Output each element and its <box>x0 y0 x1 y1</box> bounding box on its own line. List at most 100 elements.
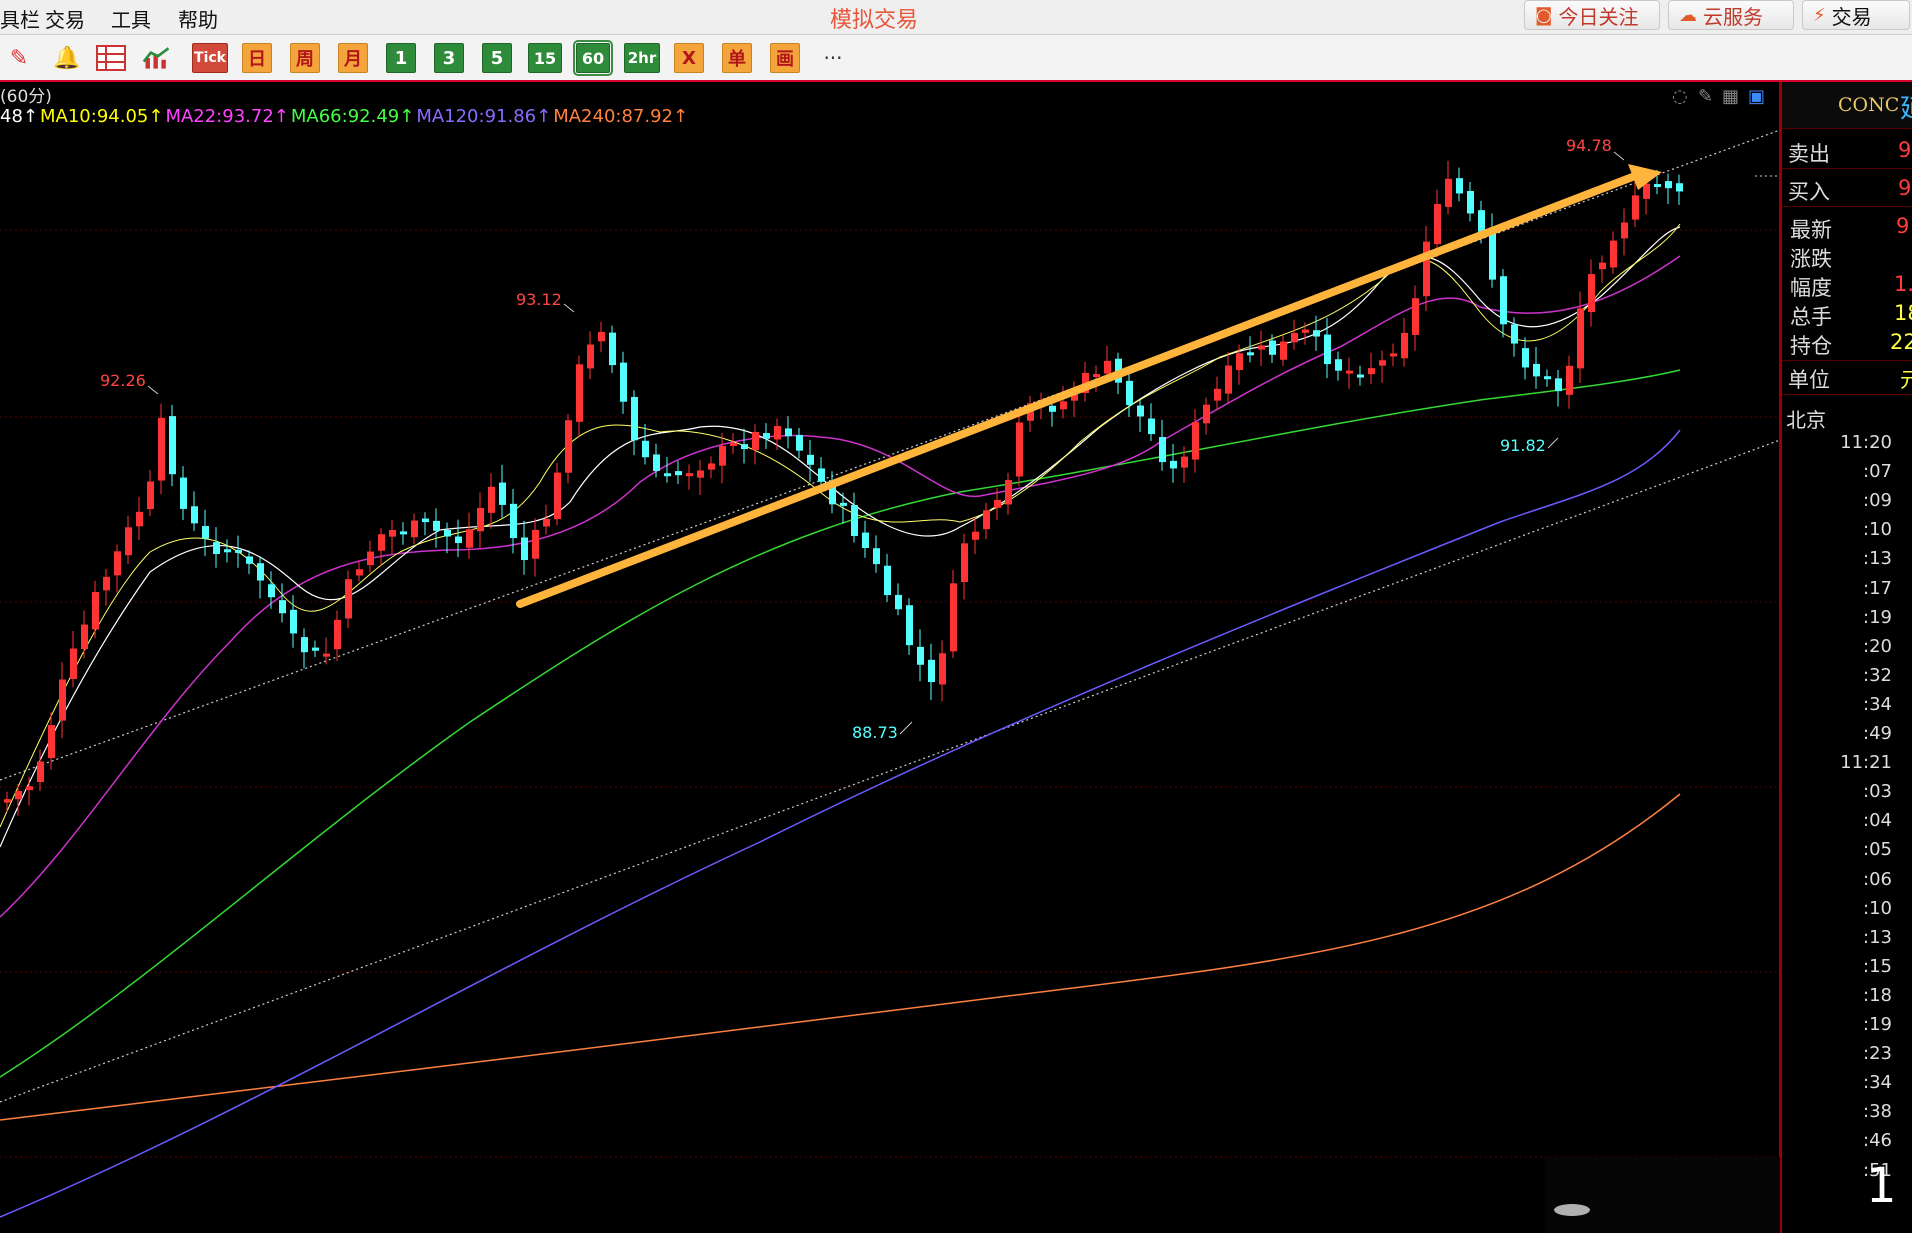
candles-group <box>4 160 1683 816</box>
quote-change: 涨跌 <box>1790 243 1912 273</box>
quote-last: 最新 9 <box>1790 214 1912 244</box>
pencil-icon[interactable]: ✎ <box>4 43 34 73</box>
candle-body <box>37 761 44 783</box>
candle-body <box>1533 363 1540 377</box>
candle-body <box>1467 190 1474 214</box>
trade-button-label: 交易 <box>1831 4 1872 29</box>
candle-body <box>125 527 132 556</box>
single-button[interactable]: 单 <box>722 43 752 73</box>
bell-icon[interactable]: 🔔 <box>52 43 82 73</box>
menu-trade[interactable]: 交易 <box>45 4 85 33</box>
ma22-line <box>0 255 1681 918</box>
candle-body <box>741 444 748 450</box>
candle-body <box>499 482 506 505</box>
candle-body <box>1434 204 1441 245</box>
quote-unit-value: 元 <box>1900 368 1912 392</box>
quote-volume: 总手 18 <box>1790 301 1912 331</box>
candle-body <box>1280 341 1287 360</box>
candle-body <box>587 344 594 369</box>
candle-body <box>1214 388 1221 401</box>
candle-body <box>15 790 22 800</box>
candle-body <box>1610 240 1617 268</box>
period-15m-button[interactable]: 15 <box>528 43 562 73</box>
more-icon[interactable]: ··· <box>818 43 848 73</box>
today-watch-button[interactable]: ◙ 今日关注 <box>1524 0 1660 30</box>
candle-body <box>1511 324 1518 344</box>
candle-body <box>323 653 330 657</box>
candle-body <box>1643 183 1650 199</box>
quote-bid-value: 94 <box>1898 176 1912 200</box>
today-watch-label: 今日关注 <box>1558 4 1639 29</box>
candle-body <box>81 624 88 650</box>
candle-body <box>939 653 946 685</box>
candle-body <box>1093 374 1100 378</box>
panel-toggle-icon[interactable]: ▣ <box>1748 86 1765 107</box>
candle-body <box>136 511 143 527</box>
tick-time: :38 <box>1863 1101 1892 1123</box>
candle-body <box>917 646 924 665</box>
candle-body <box>1137 405 1144 417</box>
candle-body <box>598 331 605 342</box>
tick-button[interactable]: Tick <box>192 43 228 73</box>
grid-layout-icon[interactable]: ▦ <box>1722 86 1739 107</box>
tick-time: :13 <box>1863 548 1892 570</box>
quote-ask: 卖出 94 <box>1788 138 1912 168</box>
hide-icon[interactable]: ◌ <box>1672 86 1688 107</box>
draw-button[interactable]: 画 <box>770 43 800 73</box>
edit-pencil-icon[interactable]: ✎ <box>1698 86 1713 107</box>
candle-body <box>48 725 55 759</box>
trade-button[interactable]: ⚡ 交易 <box>1802 0 1910 30</box>
candle-body <box>488 486 495 513</box>
quote-oi-value: 22 <box>1890 330 1912 354</box>
chart-trend-icon[interactable] <box>142 43 172 73</box>
quote-ask-value: 94 <box>1898 138 1912 162</box>
cloud-service-button[interactable]: ☁ 云服务 <box>1668 0 1794 30</box>
menu-help[interactable]: 帮助 <box>178 4 218 33</box>
period-week-button[interactable]: 周 <box>290 43 320 73</box>
period-1m-button[interactable]: 1 <box>386 43 416 73</box>
candle-body <box>1335 359 1342 371</box>
candle-body <box>70 648 77 679</box>
candle-body <box>1676 183 1683 192</box>
candle-body <box>400 531 407 535</box>
menu-toolbar[interactable]: 具栏 <box>0 4 40 33</box>
candle-body <box>279 600 286 614</box>
quote-volume-value: 18 <box>1894 301 1912 325</box>
annotation-91-82: 91.82 <box>1500 436 1546 455</box>
candle-body <box>444 530 451 537</box>
period-x-button[interactable]: X <box>674 43 704 73</box>
candle-body <box>1588 274 1595 313</box>
candle-body <box>719 445 726 466</box>
period-day-button[interactable]: 日 <box>242 43 272 73</box>
candle-body <box>1203 404 1210 424</box>
chart-canvas: 92.26 93.12 88.73 94.78 91.82 <box>0 82 1780 1233</box>
tick-time: :49 <box>1863 723 1892 744</box>
candle-body <box>1049 405 1056 412</box>
candle-body <box>213 542 220 555</box>
period-month-button[interactable]: 月 <box>338 43 368 73</box>
tick-time: :10 <box>1863 519 1892 541</box>
candle-body <box>1060 401 1067 410</box>
candle-body <box>818 468 825 482</box>
table-icon[interactable] <box>96 43 126 73</box>
annotation-92-26: 92.26 <box>100 371 146 390</box>
menu-tools[interactable]: 工具 <box>111 4 151 33</box>
candlestick-chart[interactable]: 92.26 93.12 88.73 94.78 91.82 <box>0 82 1780 1233</box>
period-60m-button[interactable]: 60 <box>573 40 613 76</box>
candle-body <box>1654 184 1661 188</box>
period-5m-button[interactable]: 5 <box>482 43 512 73</box>
annotation-88-73: 88.73 <box>852 723 898 742</box>
candle-body <box>257 563 264 581</box>
candle-body <box>565 420 572 473</box>
candle-body <box>1665 181 1672 189</box>
ma22-value: MA22:93.72↑ <box>165 106 289 127</box>
candle-body <box>785 428 792 437</box>
period-2hr-button[interactable]: 2hr <box>624 43 660 73</box>
chart-gridlines <box>0 229 1780 1158</box>
candle-body <box>1192 422 1199 460</box>
period-3m-button[interactable]: 3 <box>434 43 464 73</box>
candle-body <box>972 531 979 540</box>
upper-channel-line <box>0 129 1780 781</box>
candle-body <box>1577 308 1584 369</box>
annotation-94-78: 94.78 <box>1566 136 1612 155</box>
